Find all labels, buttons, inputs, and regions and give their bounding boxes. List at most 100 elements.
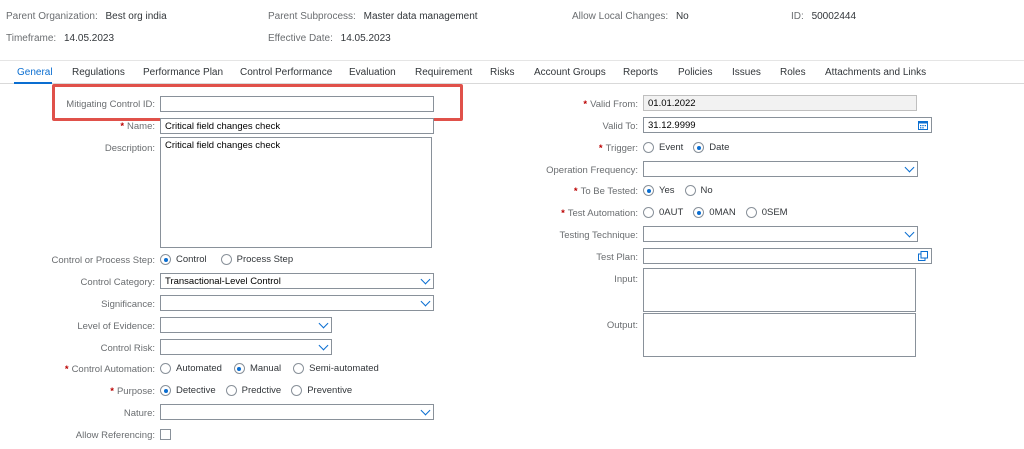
level-of-evidence-label: Level of Evidence: <box>77 321 155 332</box>
name-label: * Name: <box>120 121 155 132</box>
name-input[interactable]: Critical field changes check <box>160 118 434 134</box>
chevron-down-icon[interactable] <box>904 162 915 173</box>
control-risk-select[interactable] <box>160 339 332 355</box>
radio-predctive[interactable]: Predctive <box>225 385 282 396</box>
testing-technique-select[interactable] <box>643 226 918 242</box>
control-or-process-step-group: Control Process Step <box>160 254 303 265</box>
radio-event[interactable]: Event <box>643 142 683 153</box>
radio-control[interactable]: Control <box>160 254 207 265</box>
radio-manual[interactable]: Manual <box>233 363 281 374</box>
radio-process-step-indicator[interactable] <box>220 254 232 265</box>
chevron-down-icon[interactable] <box>318 318 329 329</box>
output-label: Output: <box>606 320 638 331</box>
radio-0aut[interactable]: 0AUT <box>643 207 683 218</box>
tab-requirement[interactable]: Requirement <box>415 67 472 78</box>
tab-reports[interactable]: Reports <box>623 67 658 78</box>
required-indicator: * <box>598 143 603 154</box>
radio-predctive-label: Predctive <box>241 385 282 396</box>
chevron-down-icon[interactable] <box>904 227 915 238</box>
valid-to-input[interactable]: 31.12.9999 <box>643 117 932 133</box>
significance-select[interactable] <box>160 295 434 311</box>
radio-detective-indicator[interactable] <box>160 385 171 396</box>
radio-manual-indicator[interactable] <box>233 363 245 374</box>
output-textarea[interactable] <box>643 313 916 357</box>
radio-event-indicator[interactable] <box>643 142 654 153</box>
radio-yes-indicator[interactable] <box>643 185 654 196</box>
control-category-select[interactable]: Transactional-Level Control <box>160 273 434 289</box>
chevron-down-icon[interactable] <box>420 405 431 416</box>
radio-control-indicator[interactable] <box>160 254 171 265</box>
radio-detective[interactable]: Detective <box>160 385 216 396</box>
calendar-icon[interactable] <box>918 120 928 130</box>
description-label: Description: <box>104 143 155 154</box>
highlight-box <box>52 84 463 121</box>
radio-0man-indicator[interactable] <box>693 207 705 218</box>
required-indicator: * <box>573 186 578 197</box>
tab-performance-plan[interactable]: Performance Plan <box>143 67 223 78</box>
radio-yes[interactable]: Yes <box>643 185 675 196</box>
tab-attachments-and-links[interactable]: Attachments and Links <box>825 67 926 78</box>
chevron-down-icon[interactable] <box>420 296 431 307</box>
radio-automated[interactable]: Automated <box>160 363 222 374</box>
radio-preventive-indicator[interactable] <box>291 385 303 396</box>
testing-technique-label: Testing Technique: <box>559 230 638 241</box>
radio-yes-label: Yes <box>659 185 675 196</box>
name-label-text: Name: <box>127 121 155 132</box>
radio-date[interactable]: Date <box>693 142 729 153</box>
radio-process-step[interactable]: Process Step <box>220 254 294 265</box>
radio-0aut-indicator[interactable] <box>643 207 654 218</box>
radio-0sem-indicator[interactable] <box>745 207 757 218</box>
test-plan-input[interactable] <box>643 248 932 264</box>
purpose-group: Detective Predctive Preventive <box>160 385 362 396</box>
control-automation-label: * Control Automation: <box>65 364 155 375</box>
chevron-down-icon[interactable] <box>318 340 329 351</box>
tab-regulations[interactable]: Regulations <box>72 67 125 78</box>
purpose-label-text: Purpose: <box>116 386 155 397</box>
chevron-down-icon[interactable] <box>420 274 431 285</box>
tab-risks[interactable]: Risks <box>490 67 514 78</box>
tab-policies[interactable]: Policies <box>678 67 712 78</box>
tab-account-groups[interactable]: Account Groups <box>534 67 606 78</box>
radio-preventive-label: Preventive <box>307 385 353 396</box>
radio-no-indicator[interactable] <box>684 185 696 196</box>
control-or-process-step-label: Control or Process Step: <box>51 255 156 266</box>
description-textarea[interactable]: Critical field changes check <box>160 137 432 248</box>
tab-general[interactable]: General <box>17 67 53 78</box>
radio-0aut-label: 0AUT <box>659 207 684 218</box>
tab-roles[interactable]: Roles <box>780 67 806 78</box>
radio-process-step-label: Process Step <box>236 254 294 265</box>
radio-automated-label: Automated <box>176 363 222 374</box>
effective-date: Effective Date: 14.05.2023 <box>268 33 391 44</box>
input-textarea[interactable] <box>643 268 916 312</box>
valid-from-label: * Valid From: <box>583 99 638 110</box>
valid-from-label-text: Valid From: <box>590 99 638 110</box>
radio-date-indicator[interactable] <box>693 142 705 153</box>
radio-semi-automated-label: Semi-automated <box>309 363 379 374</box>
value-help-icon[interactable] <box>918 251 928 261</box>
radio-semi-automated-indicator[interactable] <box>293 363 305 374</box>
tab-control-performance[interactable]: Control Performance <box>240 67 332 78</box>
tab-issues[interactable]: Issues <box>732 67 761 78</box>
control-risk-label: Control Risk: <box>100 343 155 354</box>
radio-automated-indicator[interactable] <box>160 363 171 374</box>
parent-organization-value: Best org india <box>105 11 167 22</box>
radio-0sem[interactable]: 0SEM <box>745 207 788 218</box>
radio-0man[interactable]: 0MAN <box>693 207 736 218</box>
tab-evaluation[interactable]: Evaluation <box>349 67 396 78</box>
radio-preventive[interactable]: Preventive <box>291 385 352 396</box>
required-indicator: * <box>583 99 588 110</box>
operation-frequency-select[interactable] <box>643 161 918 177</box>
nature-select[interactable] <box>160 404 434 420</box>
level-of-evidence-select[interactable] <box>160 317 332 333</box>
input-label: Input: <box>614 274 638 285</box>
radio-event-label: Event <box>659 142 684 153</box>
radio-no-label: No <box>700 185 713 196</box>
allow-referencing-checkbox[interactable] <box>160 429 171 440</box>
tab-bar: General Regulations Performance Plan Con… <box>0 60 1024 84</box>
radio-no[interactable]: No <box>684 185 713 196</box>
radio-semi-automated[interactable]: Semi-automated <box>293 363 379 374</box>
allow-local-changes-label: Allow Local Changes: <box>572 11 669 22</box>
active-tab-indicator <box>14 82 52 84</box>
radio-predctive-indicator[interactable] <box>225 385 237 396</box>
allow-referencing-label: Allow Referencing: <box>75 430 155 441</box>
